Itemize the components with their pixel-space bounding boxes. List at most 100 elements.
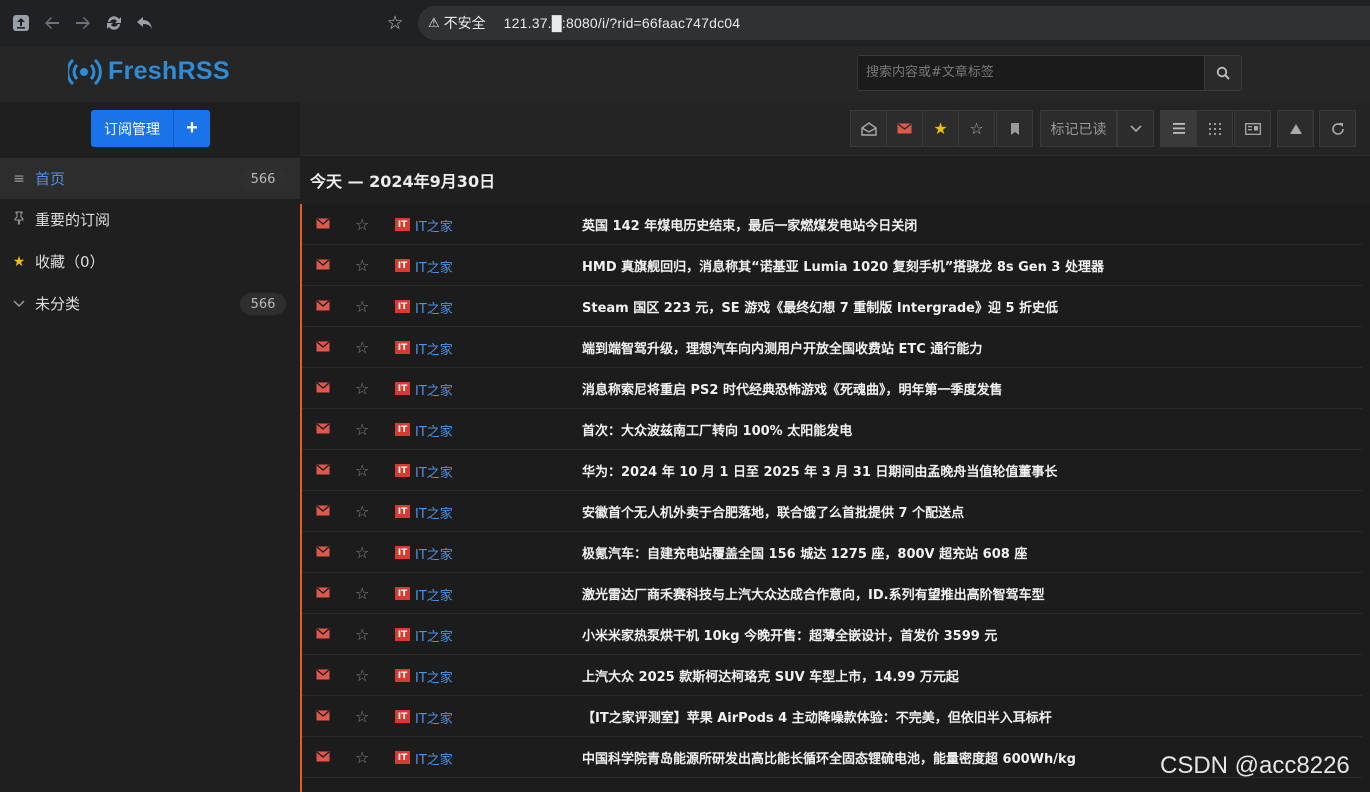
show-read-button[interactable]: [850, 110, 887, 147]
feed-name[interactable]: IT之家: [415, 257, 453, 276]
article-row[interactable]: ☆ IT IT之家 HMD 真旗舰回归，消息称其“诺基亚 Lumia 1020 复刻手…: [302, 245, 1362, 286]
article-row[interactable]: ☆ IT IT之家 上汽大众 2025 款斯柯达柯珞克 SUV 车型上市，14.99 …: [302, 655, 1362, 696]
mark-read-button[interactable]: 标记已读: [1040, 110, 1117, 147]
add-subscription-button[interactable]: +: [173, 110, 210, 147]
article-row[interactable]: ☆ IT IT之家 极氪汽车：自建充电站覆盖全国 156 城达 1275 座，800V…: [302, 532, 1362, 573]
feed-name[interactable]: IT之家: [415, 749, 453, 768]
show-favorites-button[interactable]: ★: [922, 110, 959, 147]
favorite-star-icon[interactable]: ☆: [355, 379, 369, 399]
sidebar-item-important[interactable]: 重要的订阅: [0, 199, 300, 240]
subscription-management-button[interactable]: 订阅管理: [91, 110, 173, 147]
unread-envelope-icon[interactable]: [316, 464, 330, 475]
favorite-star-icon[interactable]: ☆: [355, 215, 369, 235]
unread-envelope-icon[interactable]: [316, 710, 330, 721]
article-row[interactable]: ☆ IT IT之家 Steam 国区 223 元，SE 游戏《最终幻想 7 重制版 I…: [302, 286, 1362, 327]
unread-envelope-icon[interactable]: [316, 587, 330, 598]
favorite-star-icon[interactable]: ☆: [355, 625, 369, 645]
article-row[interactable]: ☆ IT IT之家 消息称索尼将重启 PS2 时代经典恐怖游戏《死魂曲》，明年第一季度…: [302, 368, 1362, 409]
unread-envelope-icon[interactable]: [316, 300, 330, 311]
article-title[interactable]: 激光雷达厂商禾赛科技与上汽大众达成合作意向，ID.系列有望推出高阶智驾车型: [582, 584, 1045, 603]
article-row[interactable]: ☆ IT IT之家 安徽首个无人机外卖于合肥落地，联合饿了么首批提供 7 个配送点: [302, 491, 1362, 532]
mark-read-dropdown[interactable]: [1117, 110, 1154, 147]
browser-nav: [6, 8, 160, 38]
feed-name[interactable]: IT之家: [415, 380, 453, 399]
article-row[interactable]: ☆ IT IT之家 激光雷达厂商禾赛科技与上汽大众达成合作意向，ID.系列有望推出高阶…: [302, 573, 1362, 614]
article-title[interactable]: 【IT之家评测室】苹果 AirPods 4 主动降噪款体验：不完美，但依旧半入耳…: [582, 707, 1052, 726]
view-grid-button[interactable]: [1196, 110, 1233, 147]
favorite-star-icon[interactable]: ☆: [355, 584, 369, 604]
sidebar-item-uncategorized[interactable]: 未分类 566: [0, 283, 300, 324]
article-title[interactable]: 消息称索尼将重启 PS2 时代经典恐怖游戏《死魂曲》，明年第一季度发售: [582, 379, 1003, 398]
search-input[interactable]: 搜索内容或#文章标签: [857, 55, 1205, 91]
favorite-star-icon[interactable]: ☆: [355, 748, 369, 768]
favorite-star-icon[interactable]: ☆: [355, 420, 369, 440]
unread-envelope-icon[interactable]: [316, 505, 330, 516]
favorite-star-icon[interactable]: ☆: [355, 461, 369, 481]
article-row[interactable]: ☆ IT IT之家 【IT之家评测室】苹果 AirPods 4 主动降噪款体验：不完美…: [302, 696, 1362, 737]
favorite-star-icon[interactable]: ☆: [355, 543, 369, 563]
feed-name[interactable]: IT之家: [415, 667, 453, 686]
article-title[interactable]: HMD 真旗舰回归，消息称其“诺基亚 Lumia 1020 复刻手机”搭骁龙 8…: [582, 256, 1104, 275]
sync-icon[interactable]: [99, 8, 129, 38]
article-row[interactable]: ☆ IT IT之家 小米米家热泵烘干机 10kg 今晚开售：超薄全嵌设计，首发价 35…: [302, 614, 1362, 655]
unread-envelope-icon[interactable]: [316, 423, 330, 434]
favorite-star-icon[interactable]: ☆: [355, 297, 369, 317]
back-icon[interactable]: [37, 8, 67, 38]
article-title[interactable]: 安徽首个无人机外卖于合肥落地，联合饿了么首批提供 7 个配送点: [582, 502, 964, 521]
favorite-star-icon[interactable]: ☆: [355, 666, 369, 686]
article-title[interactable]: Steam 国区 223 元，SE 游戏《最终幻想 7 重制版 Intergra…: [582, 297, 1058, 316]
article-row[interactable]: ☆ IT IT之家 英国 142 年煤电历史结束，最后一家燃煤发电站今日关闭: [302, 204, 1362, 245]
feed-name[interactable]: IT之家: [415, 421, 453, 440]
feed-name[interactable]: IT之家: [415, 708, 453, 727]
article-row[interactable]: ☆ IT IT之家 端到端智驾升级，理想汽车向内测用户开放全国收费站 ETC 通行能力: [302, 327, 1362, 368]
unread-envelope-icon[interactable]: [316, 628, 330, 639]
view-reader-button[interactable]: [1234, 110, 1271, 147]
unread-envelope-icon[interactable]: [316, 751, 330, 762]
bookmark-button[interactable]: [996, 110, 1033, 147]
feed-name[interactable]: IT之家: [415, 544, 453, 563]
favorite-star-icon[interactable]: ☆: [355, 707, 369, 727]
refresh-button[interactable]: [1319, 110, 1356, 147]
favorite-star-icon[interactable]: ☆: [355, 338, 369, 358]
favorite-star-icon[interactable]: ☆: [355, 256, 369, 276]
view-normal-button[interactable]: [1160, 110, 1197, 147]
favorite-star-icon[interactable]: ☆: [355, 502, 369, 522]
sidebar-item-label: 收藏（0）: [35, 253, 105, 271]
unread-envelope-icon[interactable]: [316, 218, 330, 229]
feed-name[interactable]: IT之家: [415, 298, 453, 317]
article-title[interactable]: 上汽大众 2025 款斯柯达柯珞克 SUV 车型上市，14.99 万元起: [582, 666, 959, 685]
forward-icon[interactable]: [68, 8, 98, 38]
feed-name[interactable]: IT之家: [415, 462, 453, 481]
article-title[interactable]: 小米米家热泵烘干机 10kg 今晚开售：超薄全嵌设计，首发价 3599 元: [582, 625, 997, 644]
sidebar-item-home[interactable]: ≡ 首页 566: [0, 158, 300, 199]
logo[interactable]: FreshRSS: [68, 56, 230, 86]
article-title[interactable]: 英国 142 年煤电历史结束，最后一家燃煤发电站今日关闭: [582, 215, 917, 234]
upload-icon[interactable]: [6, 8, 36, 38]
article-title[interactable]: 华为：2024 年 10 月 1 日至 2025 年 3 月 31 日期间由孟晚…: [582, 461, 1057, 480]
unread-envelope-icon[interactable]: [316, 546, 330, 557]
show-non-favorites-button[interactable]: ☆: [958, 110, 995, 147]
search-button[interactable]: [1204, 55, 1242, 91]
feed-name[interactable]: IT之家: [415, 626, 453, 645]
feed-name[interactable]: IT之家: [415, 585, 453, 604]
article-title[interactable]: 首次：大众波兹南工厂转向 100% 太阳能发电: [582, 420, 852, 439]
undo-icon[interactable]: [130, 8, 160, 38]
unread-envelope-icon[interactable]: [316, 259, 330, 270]
warning-icon: ⚠: [428, 15, 440, 30]
article-row[interactable]: ☆ IT IT之家 首次：大众波兹南工厂转向 100% 太阳能发电: [302, 409, 1362, 450]
scroll-top-button[interactable]: [1277, 110, 1314, 147]
feed-name[interactable]: IT之家: [415, 216, 453, 235]
article-title[interactable]: 中国科学院青岛能源所研发出高比能长循环全固态锂硫电池，能量密度超 600Wh/k…: [582, 748, 1076, 767]
address-bar[interactable]: ⚠ 不安全 121.37.█:8080/i/?rid=66faac747dc04: [418, 6, 1370, 40]
bookmark-star-icon[interactable]: ☆: [380, 8, 410, 38]
feed-name[interactable]: IT之家: [415, 339, 453, 358]
article-row[interactable]: ☆ IT IT之家 华为：2024 年 10 月 1 日至 2025 年 3 月 31…: [302, 450, 1362, 491]
unread-envelope-icon[interactable]: [316, 341, 330, 352]
article-title[interactable]: 端到端智驾升级，理想汽车向内测用户开放全国收费站 ETC 通行能力: [582, 338, 982, 357]
unread-envelope-icon[interactable]: [316, 382, 330, 393]
feed-name[interactable]: IT之家: [415, 503, 453, 522]
article-title[interactable]: 极氪汽车：自建充电站覆盖全国 156 城达 1275 座，800V 超充站 60…: [582, 543, 1027, 562]
unread-envelope-icon[interactable]: [316, 669, 330, 680]
sidebar-item-favorites[interactable]: ★ 收藏（0）: [0, 241, 300, 282]
show-unread-button[interactable]: [886, 110, 923, 147]
